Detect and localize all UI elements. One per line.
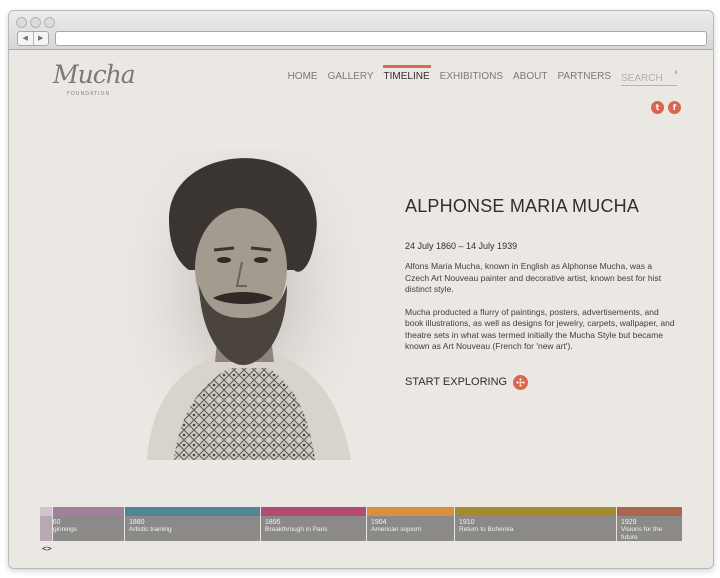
forward-arrow-icon[interactable]: ▶ <box>34 32 49 45</box>
period-color-bar <box>455 507 616 516</box>
period-color-bar <box>367 507 454 516</box>
page: Mucha FOUNDATION HOME GALLERY TIMELINE E… <box>9 50 713 568</box>
timeline-period-1860[interactable]: 1860 Beginnings <box>45 507 124 541</box>
browser-window: ◀ ▶ Mucha FOUNDATION HOME GALLERY TIMELI… <box>8 10 714 569</box>
search-input[interactable] <box>621 73 677 84</box>
timeline-period-1895[interactable]: 1895 Breakthrough in Paris <box>260 507 366 541</box>
back-arrow-icon[interactable]: ◀ <box>18 32 34 45</box>
browser-chrome: ◀ ▶ <box>9 11 713 50</box>
portrait-image <box>129 150 359 460</box>
close-window-button[interactable] <box>16 17 27 28</box>
period-color-bar <box>261 507 366 516</box>
start-exploring-button[interactable]: START EXPLORING <box>405 374 677 390</box>
explore-icon <box>513 374 529 390</box>
history-buttons: ◀ ▶ <box>17 31 49 46</box>
period-color-bar <box>617 507 682 516</box>
period-label: Breakthrough in Paris <box>265 526 328 533</box>
facebook-icon[interactable]: f <box>668 101 681 114</box>
nav-gallery[interactable]: GALLERY <box>328 70 374 83</box>
handle-color-bar <box>40 507 52 516</box>
period-year: 1895 <box>265 519 281 526</box>
nav-exhibitions[interactable]: EXHIBITIONS <box>440 70 503 83</box>
nav-timeline[interactable]: TIMELINE <box>382 64 431 83</box>
nav-about[interactable]: ABOUT <box>513 70 547 83</box>
period-label: American sojourn <box>371 526 422 533</box>
search-submit-arrow-icon[interactable]: › <box>674 67 678 78</box>
timeline-bar: 1860 Beginnings 1880 Artistic training 1… <box>40 507 682 541</box>
logo-subtitle: FOUNDATION <box>67 91 111 97</box>
period-label: Return to Bohemia <box>459 526 514 533</box>
nav-partners[interactable]: PARTNERS <box>557 70 611 83</box>
search-box <box>621 66 677 86</box>
period-label: Artistic training <box>129 526 172 533</box>
timeline-scroll-arrows-icon[interactable]: <> <box>42 544 52 553</box>
page-title: ALPHONSE MARIA MUCHA <box>405 196 640 216</box>
period-year: 1929 <box>621 519 637 526</box>
address-bar[interactable] <box>55 31 707 46</box>
bio-paragraph: Alfons Maria Mucha, known in English as … <box>405 261 662 294</box>
minimize-window-button[interactable] <box>30 17 41 28</box>
timeline-period-1904[interactable]: 1904 American sojourn <box>366 507 454 541</box>
main-nav: HOME GALLERY TIMELINE EXHIBITIONS ABOUT … <box>288 64 677 86</box>
mucha-foundation-logo[interactable]: Mucha FOUNDATION <box>53 58 136 102</box>
period-color-bar <box>125 507 260 516</box>
timeline-period-1929[interactable]: 1929 Visions for the future <box>616 507 682 541</box>
logo-wordmark: Mucha <box>53 60 136 89</box>
period-year: 1910 <box>459 519 475 526</box>
timeline-scrub-handle[interactable] <box>40 507 52 541</box>
zoom-window-button[interactable] <box>44 17 55 28</box>
life-dates: 24 July 1860 – 14 July 1939 <box>405 241 518 251</box>
bio-paragraph: Mucha producted a flurry of paintings, p… <box>405 306 675 352</box>
period-year: 1904 <box>371 519 387 526</box>
period-label: Visions for the future <box>621 526 663 541</box>
timeline-period-1880[interactable]: 1880 Artistic training <box>124 507 260 541</box>
bio-panel: ALPHONSE MARIA MUCHA 24 July 1860 – 14 J… <box>405 196 677 390</box>
nav-home[interactable]: HOME <box>288 70 318 83</box>
period-year: 1880 <box>129 519 145 526</box>
period-color-bar <box>53 507 124 516</box>
timeline-period-1910[interactable]: 1910 Return to Bohemia <box>454 507 616 541</box>
start-exploring-label: START EXPLORING <box>405 376 508 388</box>
twitter-icon[interactable]: t <box>651 101 664 114</box>
